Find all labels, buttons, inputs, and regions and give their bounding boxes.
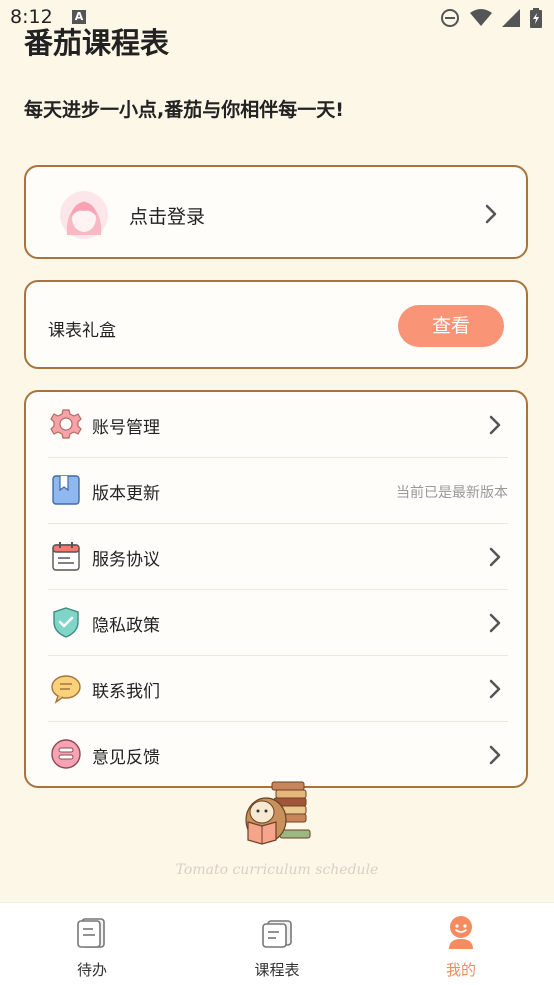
tab-label: 课程表 xyxy=(254,961,300,979)
version-status-text: 当前已是最新版本 xyxy=(396,485,508,501)
menu-item-version-update[interactable]: 版本更新 当前已是最新版本 xyxy=(48,458,508,524)
menu-item-privacy-policy[interactable]: 隐私政策 xyxy=(48,590,508,656)
login-card[interactable]: 点击登录 xyxy=(24,165,528,259)
wifi-icon xyxy=(470,9,492,26)
tab-todo[interactable]: 待办 xyxy=(32,903,152,985)
chevron-right-icon xyxy=(489,415,501,435)
menu-item-label: 联系我们 xyxy=(92,682,160,702)
menu-item-label: 账号管理 xyxy=(92,418,160,438)
menu-item-contact-us[interactable]: 联系我们 xyxy=(48,656,508,722)
todo-icon xyxy=(77,918,105,948)
chevron-right-icon xyxy=(485,204,497,224)
chat-bubble-icon xyxy=(51,675,81,704)
bottom-tab-bar: 待办 课程表 我的 xyxy=(0,902,554,985)
avatar-icon xyxy=(60,191,108,239)
menu-item-service-agreement[interactable]: 服务协议 xyxy=(48,524,508,590)
bookmark-icon xyxy=(52,475,80,505)
chevron-right-icon xyxy=(489,679,501,699)
chevron-right-icon xyxy=(489,745,501,765)
calendar-icon xyxy=(52,542,80,571)
slogan-text: 每天进步一小点,番茄与你相伴每一天! xyxy=(24,99,344,121)
menu-item-label: 隐私政策 xyxy=(92,616,160,636)
menu-item-label: 意见反馈 xyxy=(92,748,160,768)
gift-box-card: 课表礼盒 查看 xyxy=(24,280,528,369)
tab-label: 待办 xyxy=(76,961,107,979)
tab-profile[interactable]: 我的 xyxy=(401,903,521,985)
dnd-icon xyxy=(441,9,459,27)
gear-icon xyxy=(50,409,82,439)
feedback-icon xyxy=(51,739,81,769)
view-button[interactable]: 查看 xyxy=(398,305,504,347)
menu-item-label: 版本更新 xyxy=(92,484,160,504)
battery-icon xyxy=(530,8,542,28)
gift-box-label: 课表礼盒 xyxy=(48,321,116,341)
shield-check-icon xyxy=(53,607,79,638)
tab-label: 我的 xyxy=(445,961,476,979)
hedgehog-reading-illustration xyxy=(245,781,311,845)
menu-item-account[interactable]: 账号管理 xyxy=(48,392,508,458)
profile-icon xyxy=(449,916,473,949)
chevron-right-icon xyxy=(489,547,501,567)
login-label: 点击登录 xyxy=(129,206,206,228)
signal-icon xyxy=(502,9,520,27)
tab-schedule[interactable]: 课程表 xyxy=(217,903,337,985)
app-title: 番茄课程表 xyxy=(24,26,170,60)
menu-item-label: 服务协议 xyxy=(92,550,160,570)
status-icons xyxy=(440,8,542,28)
chevron-right-icon xyxy=(489,613,501,633)
settings-menu: 账号管理 版本更新 当前已是最新版本 服务协议 隐私政策 联系我们 意见反馈 xyxy=(24,390,528,788)
schedule-icon xyxy=(262,920,292,948)
app-tagline: Tomato curriculum schedule xyxy=(175,862,379,878)
